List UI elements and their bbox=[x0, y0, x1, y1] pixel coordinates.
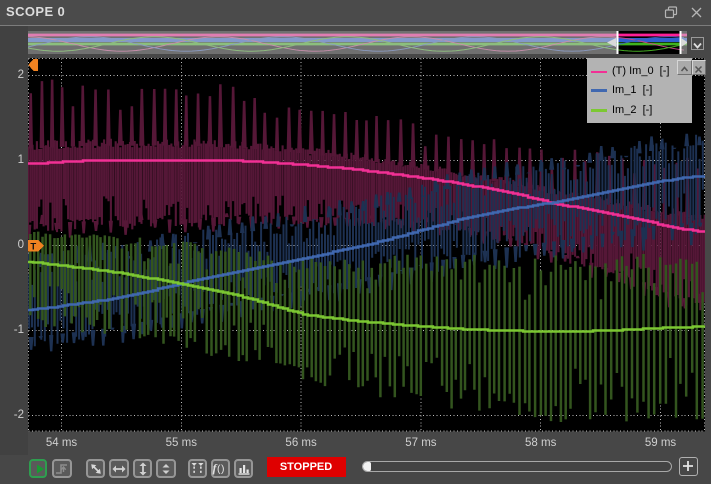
svg-text:T: T bbox=[30, 241, 36, 252]
